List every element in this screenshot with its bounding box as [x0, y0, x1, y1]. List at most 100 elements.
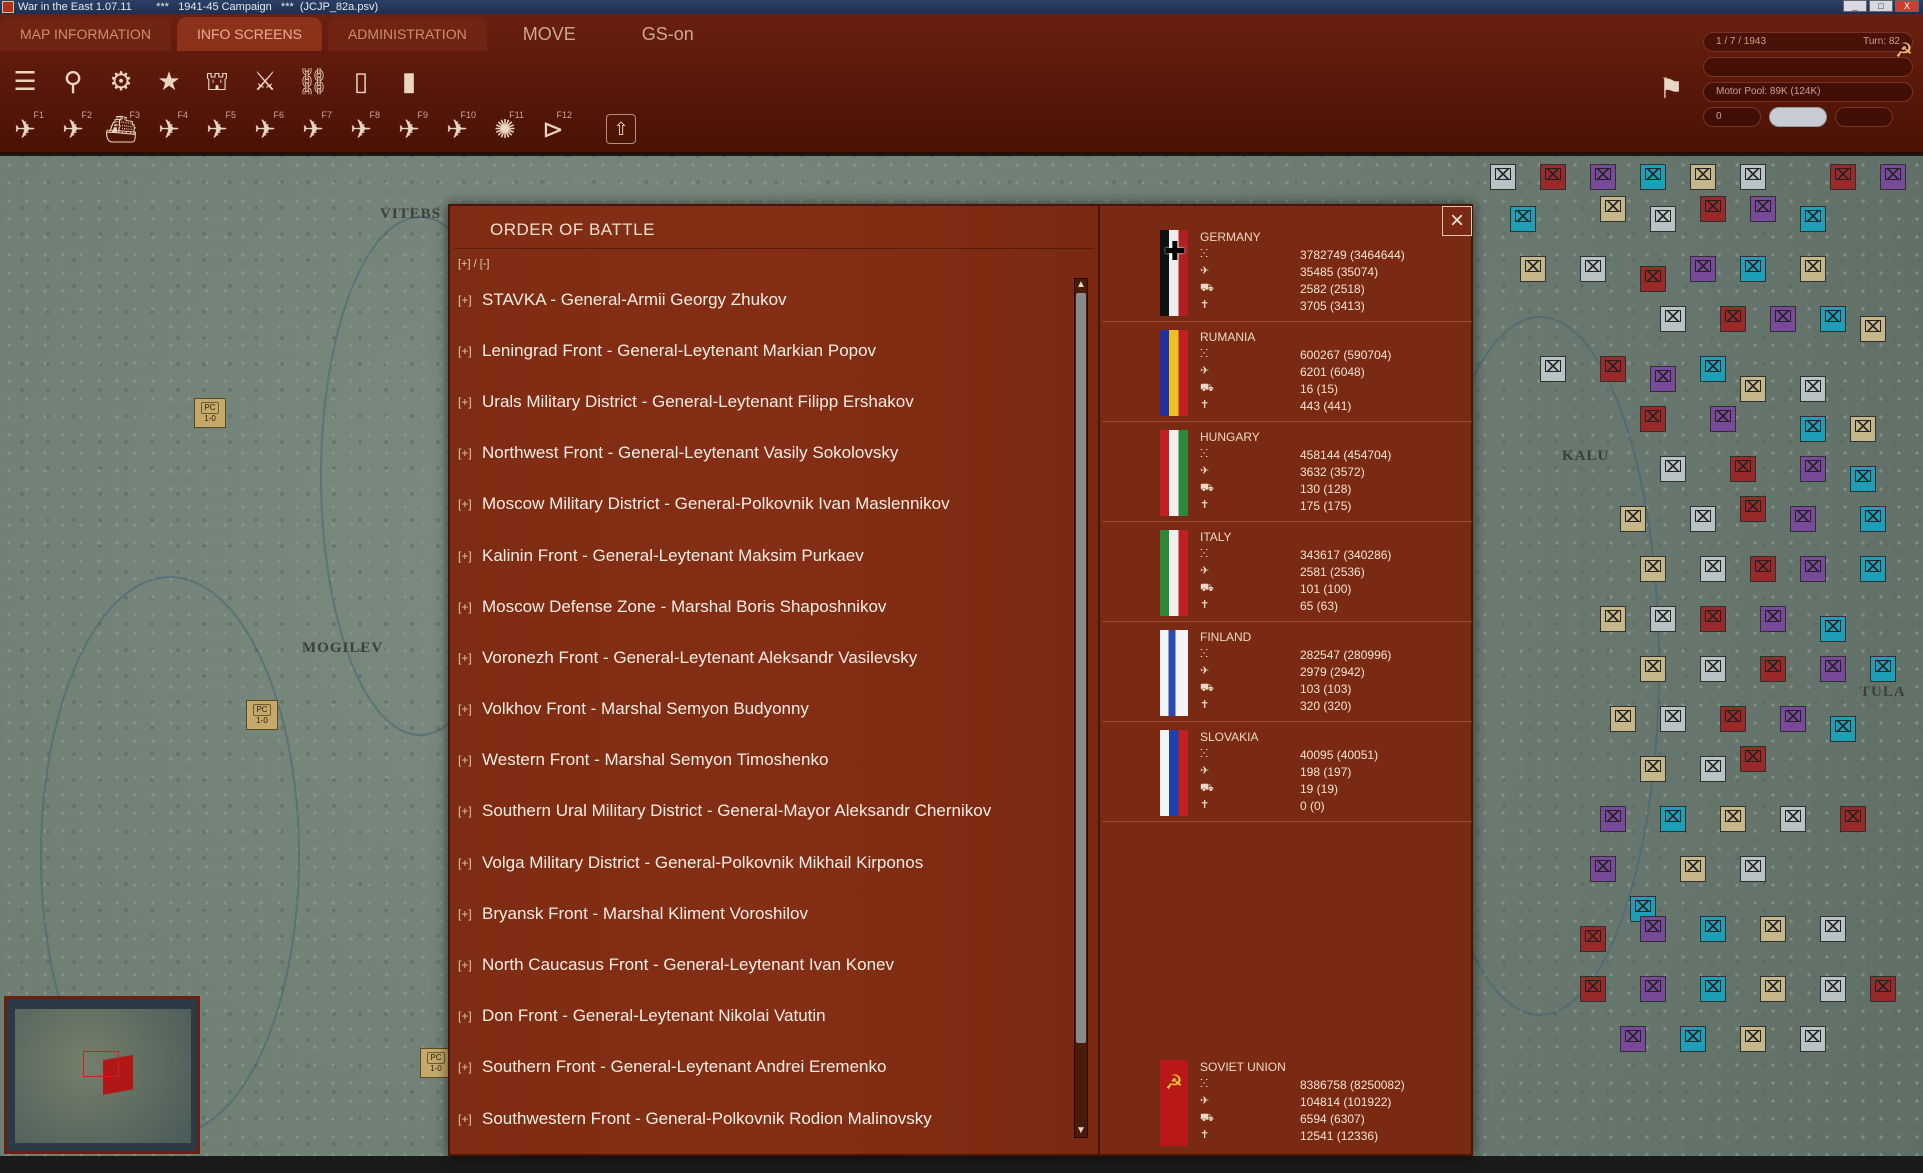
unit-counter[interactable]	[1690, 164, 1716, 190]
expand-toggle[interactable]: [+]	[458, 395, 478, 409]
air-recon-icon[interactable]: ✈ F5	[198, 110, 236, 148]
unit-counter[interactable]	[1680, 856, 1706, 882]
unit-counter[interactable]	[1640, 916, 1666, 942]
unit-counter[interactable]	[1620, 1026, 1646, 1052]
list-scrollbar[interactable]: ▲ ▼	[1074, 278, 1088, 1138]
unit-counter[interactable]	[1640, 656, 1666, 682]
unit-counter[interactable]	[1660, 456, 1686, 482]
unit-counter[interactable]	[1780, 706, 1806, 732]
unit-counter[interactable]	[1750, 196, 1776, 222]
unit-counter[interactable]	[1640, 756, 1666, 782]
unit-counter[interactable]	[1580, 256, 1606, 282]
unit-counter[interactable]	[1860, 316, 1886, 342]
unit-counter[interactable]	[1840, 806, 1866, 832]
unit-counter[interactable]	[1800, 1026, 1826, 1052]
rail-icon[interactable]: ⛓	[294, 62, 332, 100]
minimap-viewport[interactable]	[83, 1051, 119, 1077]
unit-counter[interactable]	[1650, 606, 1676, 632]
expand-toggle[interactable]: [+]	[458, 1060, 478, 1074]
unit-counter[interactable]	[1850, 466, 1876, 492]
unit-counter[interactable]	[1700, 916, 1726, 942]
unit-counter[interactable]	[1820, 916, 1846, 942]
unit-counter[interactable]	[1600, 196, 1626, 222]
unit-counter[interactable]	[1660, 306, 1686, 332]
oob-command-row[interactable]: [+] Voronezh Front - General-Leytenant Al…	[458, 632, 1058, 683]
expand-toggle[interactable]: [+]	[458, 651, 478, 665]
unit-counter[interactable]	[1580, 976, 1606, 1002]
tab-info-screens[interactable]: INFO SCREENS	[176, 17, 322, 51]
star-icon[interactable]: ★	[150, 62, 188, 100]
unit-counter[interactable]	[1820, 976, 1846, 1002]
unit-counter[interactable]	[1680, 1026, 1706, 1052]
supply-icon[interactable]: ▮	[390, 62, 428, 100]
sliders-icon[interactable]: ⚲	[54, 62, 92, 100]
counter-field[interactable]: 0	[1703, 107, 1761, 127]
expand-toggle[interactable]: [+]	[458, 753, 478, 767]
naval-icon[interactable]: ⛴ F3	[102, 110, 140, 148]
unit-counter[interactable]	[1710, 406, 1736, 432]
unit-counter[interactable]	[1520, 256, 1546, 282]
oob-command-row[interactable]: [+] Volkhov Front - Marshal Semyon Budyon…	[458, 684, 1058, 735]
unit-counter[interactable]	[1700, 606, 1726, 632]
gear-icon[interactable]: ⚙	[102, 62, 140, 100]
move-mode-button[interactable]: MOVE	[493, 17, 606, 51]
fortification-icon[interactable]: ⛫	[198, 62, 236, 100]
air-ground-icon[interactable]: ✈ F9	[390, 110, 428, 148]
scroll-down-arrow[interactable]: ▼	[1075, 1125, 1087, 1137]
unit-counter[interactable]	[1800, 206, 1826, 232]
expand-collapse-all[interactable]: [+] / [-]	[458, 258, 489, 270]
unit-counter[interactable]	[1820, 306, 1846, 332]
unit-counter[interactable]	[1640, 556, 1666, 582]
expand-toggle[interactable]: [+]	[458, 293, 478, 307]
oob-command-row[interactable]: [+] North Caucasus Front - General-Leyten…	[458, 939, 1058, 990]
tab-administration[interactable]: ADMINISTRATION	[327, 17, 487, 51]
partisan-icon[interactable]: ✺ F11	[486, 110, 524, 148]
unit-counter[interactable]	[1600, 356, 1626, 382]
oob-command-row[interactable]: [+] Northwest Front - General-Leytenant V…	[458, 428, 1058, 479]
unit-counter[interactable]	[1640, 164, 1666, 190]
unit-counter[interactable]	[1770, 306, 1796, 332]
unit-counter[interactable]	[1700, 356, 1726, 382]
unit-counter[interactable]	[1870, 976, 1896, 1002]
unit-counter[interactable]	[1620, 506, 1646, 532]
unit-counter[interactable]	[1740, 256, 1766, 282]
oob-command-row[interactable]: [+] Moscow Defense Zone - Marshal Boris S…	[458, 581, 1058, 632]
unit-counter[interactable]	[1600, 606, 1626, 632]
unit-counter[interactable]	[1600, 806, 1626, 832]
unit-counter[interactable]	[1780, 806, 1806, 832]
expand-toggle[interactable]: [+]	[458, 600, 478, 614]
minimize-button[interactable]: _	[1843, 0, 1867, 12]
unit-counter[interactable]	[1740, 496, 1766, 522]
maximize-button[interactable]: □	[1869, 0, 1893, 12]
unit-counter[interactable]	[1860, 556, 1886, 582]
unit-counter[interactable]	[1760, 916, 1786, 942]
oob-command-row[interactable]: [+] Don Front - General-Leytenant Nikolai…	[458, 991, 1058, 1042]
pc-counter[interactable]: PC 1-0	[194, 398, 226, 428]
pc-counter[interactable]: PC 1-0	[246, 700, 278, 730]
unit-counter[interactable]	[1640, 266, 1666, 292]
unit-counter[interactable]	[1760, 606, 1786, 632]
surrender-flag-icon[interactable]: ⚑	[1652, 72, 1690, 110]
scroll-up-arrow[interactable]: ▲	[1075, 279, 1087, 291]
unit-counter[interactable]	[1870, 656, 1896, 682]
status-blank-button[interactable]	[1835, 107, 1893, 127]
expand-toggle[interactable]: [+]	[458, 702, 478, 716]
expand-toggle[interactable]: [+]	[458, 1009, 478, 1023]
expand-toggle[interactable]: [+]	[458, 804, 478, 818]
unit-counter[interactable]	[1830, 716, 1856, 742]
unit-counter[interactable]	[1800, 376, 1826, 402]
expand-toggle[interactable]: [+]	[458, 344, 478, 358]
oob-command-row[interactable]: [+] Leningrad Front - General-Leytenant M…	[458, 325, 1058, 376]
unit-counter[interactable]	[1740, 1026, 1766, 1052]
unit-counter[interactable]	[1740, 164, 1766, 190]
play-icon[interactable]: ⊳ F12	[534, 110, 572, 148]
oob-command-row[interactable]: [+] Southern Front - General-Leytenant An…	[458, 1042, 1058, 1093]
unit-counter[interactable]	[1720, 306, 1746, 332]
window-close-button[interactable]: X	[1895, 0, 1919, 12]
expand-toggle[interactable]: [+]	[458, 958, 478, 972]
unit-counter[interactable]	[1590, 856, 1616, 882]
unit-counter[interactable]	[1820, 616, 1846, 642]
unit-counter[interactable]	[1540, 164, 1566, 190]
unit-counter[interactable]	[1760, 656, 1786, 682]
unit-counter[interactable]	[1690, 256, 1716, 282]
